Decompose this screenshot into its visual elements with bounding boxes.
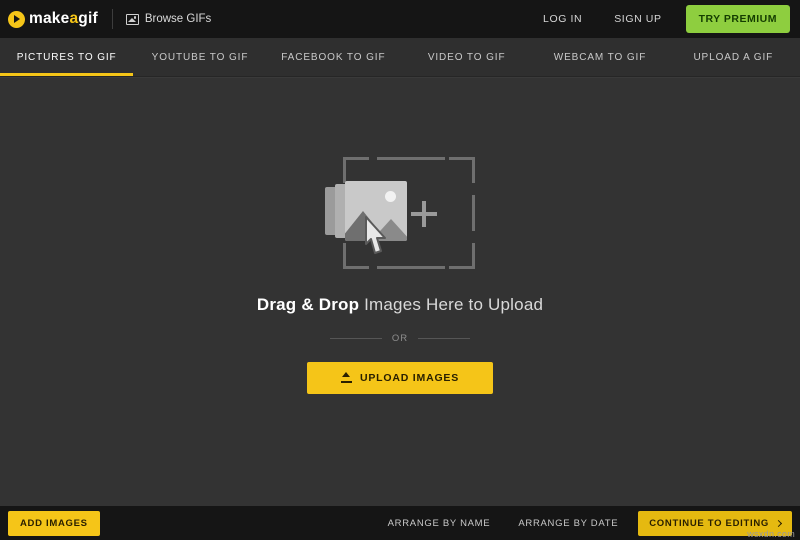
gif-image-icon xyxy=(125,13,139,25)
add-images-button[interactable]: ADD IMAGES xyxy=(8,510,100,536)
plus-icon xyxy=(411,200,437,227)
headline-rest: Images Here to Upload xyxy=(359,294,544,314)
play-circle-icon xyxy=(8,10,25,28)
or-line-left xyxy=(329,337,382,339)
frame-corner-top-right xyxy=(449,156,475,183)
tab-label: YOUTUBE TO GIF xyxy=(151,51,249,63)
hand-cursor-icon xyxy=(363,215,397,259)
dropzone[interactable]: Drag & Drop Images Here to Upload OR UPL… xyxy=(0,78,800,506)
try-premium-button[interactable]: TRY PREMIUM xyxy=(685,5,790,33)
tab-label: FACEBOOK TO GIF xyxy=(281,51,386,63)
upload-icon xyxy=(340,372,352,383)
tab-upload-a-gif[interactable]: UPLOAD A GIF xyxy=(667,38,800,76)
headline-bold: Drag & Drop xyxy=(256,294,360,314)
browse-gifs-link[interactable]: Browse GIFs xyxy=(125,13,212,25)
logo-text-a: a xyxy=(69,10,79,27)
photo-sun xyxy=(385,190,396,202)
tab-label: WEBCAM TO GIF xyxy=(553,51,647,63)
continue-label: CONTINUE TO EDITING xyxy=(649,517,769,529)
frame-corner-bottom-right xyxy=(449,242,475,269)
tab-webcam-to-gif[interactable]: WEBCAM TO GIF xyxy=(533,38,666,76)
frame-dash-right xyxy=(472,194,475,231)
or-label: OR xyxy=(391,332,409,344)
dropzone-headline: Drag & Drop Images Here to Upload xyxy=(257,295,543,315)
header-actions: LOG IN SIGN UP TRY PREMIUM xyxy=(527,5,790,33)
logo-text: makeagif xyxy=(29,10,98,28)
frame-dash-bottom xyxy=(377,265,445,269)
signup-link[interactable]: SIGN UP xyxy=(598,13,677,25)
tab-pictures-to-gif[interactable]: PICTURES TO GIF xyxy=(0,38,134,76)
tab-video-to-gif[interactable]: VIDEO TO GIF xyxy=(400,38,533,76)
or-separator: OR xyxy=(329,332,471,344)
tab-label: UPLOAD A GIF xyxy=(693,51,774,63)
arrange-by-date-button[interactable]: ARRANGE BY DATE xyxy=(504,518,632,529)
tab-facebook-to-gif[interactable]: FACEBOOK TO GIF xyxy=(267,38,400,76)
dropzone-content: Drag & Drop Images Here to Upload OR UPL… xyxy=(257,156,543,394)
login-link[interactable]: LOG IN xyxy=(527,13,598,25)
tab-youtube-to-gif[interactable]: YOUTUBE TO GIF xyxy=(133,38,266,76)
frame-dash-top xyxy=(377,156,445,160)
header-divider xyxy=(111,9,113,29)
upload-images-button[interactable]: UPLOAD IMAGES xyxy=(307,361,493,394)
arrange-by-name-button[interactable]: ARRANGE BY NAME xyxy=(374,518,505,529)
bottom-toolbar: ADD IMAGES ARRANGE BY NAME ARRANGE BY DA… xyxy=(0,506,800,540)
logo[interactable]: makeagif xyxy=(8,10,98,28)
upload-illustration-icon xyxy=(325,156,475,269)
primary-tabs: PICTURES TO GIF YOUTUBE TO GIF FACEBOOK … xyxy=(0,38,800,77)
logo-text-make: make xyxy=(29,10,70,27)
or-line-right xyxy=(418,337,471,339)
watermark: wsxdn.com xyxy=(747,529,795,539)
bottom-toolbar-actions: ARRANGE BY NAME ARRANGE BY DATE CONTINUE… xyxy=(374,510,792,536)
upload-images-label: UPLOAD IMAGES xyxy=(359,371,460,384)
browse-gifs-label: Browse GIFs xyxy=(144,13,212,25)
tab-label: PICTURES TO GIF xyxy=(16,51,117,63)
app-root: makeagif Browse GIFs LOG IN SIGN UP TRY … xyxy=(0,0,800,540)
tab-label: VIDEO TO GIF xyxy=(427,51,506,63)
frame-corner-top-left xyxy=(343,156,369,183)
chevron-right-icon xyxy=(774,519,783,527)
top-header: makeagif Browse GIFs LOG IN SIGN UP TRY … xyxy=(0,0,800,38)
logo-text-gif: gif xyxy=(78,10,98,27)
